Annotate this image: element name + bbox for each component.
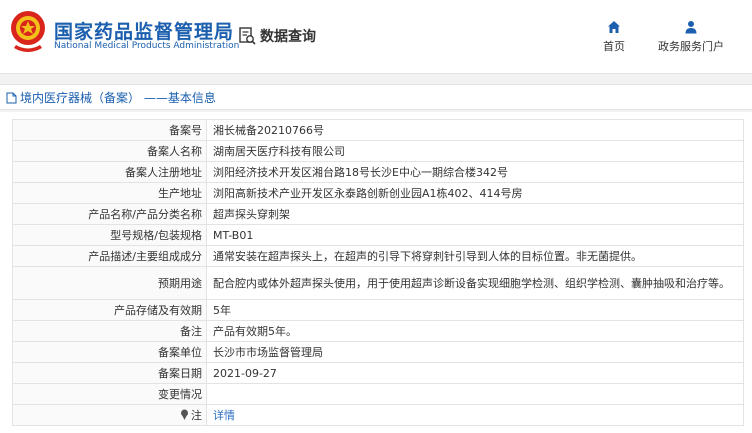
field-value: 产品有效期5年。 bbox=[206, 320, 744, 342]
nav-gov-portal[interactable]: 政务服务门户 bbox=[652, 20, 730, 54]
note-label-cell: 注 bbox=[12, 404, 207, 426]
field-label: 备案号 bbox=[12, 119, 207, 141]
field-label: 变更情况 bbox=[12, 383, 207, 405]
nav-home[interactable]: 首页 bbox=[599, 20, 629, 54]
field-value bbox=[206, 383, 744, 405]
field-value: 通常安装在超声探头上，在超声的引导下将穿刺针引导到人体的目标位置。非无菌提供。 bbox=[206, 245, 744, 267]
table-row: 备案单位 长沙市市场监督管理局 bbox=[12, 341, 744, 363]
breadcrumb: 境内医疗器械（备案） ——基本信息 bbox=[0, 84, 752, 110]
emblem-icon bbox=[11, 11, 45, 52]
table-row: 产品名称/产品分类名称 超声探头穿刺架 bbox=[12, 203, 744, 225]
table-row: 备注 产品有效期5年。 bbox=[12, 320, 744, 342]
table-row: 生产地址 浏阳高新技术产业开发区永泰路创新创业园A1栋402、414号房 bbox=[12, 182, 744, 204]
table-row: 产品存储及有效期 5年 bbox=[12, 299, 744, 321]
site-header: 国家药品监督管理局 National Medical Products Admi… bbox=[0, 0, 752, 74]
field-value: 超声探头穿刺架 bbox=[206, 203, 744, 225]
field-label: 产品描述/主要组成成分 bbox=[12, 245, 207, 267]
field-label: 备案人名称 bbox=[12, 140, 207, 162]
data-query-label: 数据查询 bbox=[260, 29, 316, 45]
search-document-icon bbox=[239, 27, 256, 45]
table-row: 备案日期 2021-09-27 bbox=[12, 362, 744, 384]
field-value: 2021-09-27 bbox=[206, 362, 744, 384]
field-value: MT-B01 bbox=[206, 224, 744, 246]
detail-table: 备案号 湘长械备20210766号 备案人名称 湖南居天医疗科技有限公司 备案人注册… bbox=[12, 119, 744, 426]
field-label: 生产地址 bbox=[12, 182, 207, 204]
field-label: 预期用途 bbox=[12, 266, 207, 300]
field-value: 浏阳经济技术开发区湘台路18号长沙E中心一期综合楼342号 bbox=[206, 161, 744, 183]
field-value: 浏阳高新技术产业开发区永泰路创新创业园A1栋402、414号房 bbox=[206, 182, 744, 204]
document-icon bbox=[6, 92, 17, 103]
field-value: 长沙市市场监督管理局 bbox=[206, 341, 744, 363]
table-row: 预期用途 配合腔内或体外超声探头使用，用于使用超声诊断设备实现细胞学检测、组织学检… bbox=[12, 266, 744, 300]
table-row: 产品描述/主要组成成分 通常安装在超声探头上，在超声的引导下将穿刺针引导到人体的目… bbox=[12, 245, 744, 267]
data-query-link[interactable]: 数据查询 bbox=[238, 26, 316, 46]
field-label: 备案人注册地址 bbox=[12, 161, 207, 183]
field-value: 配合腔内或体外超声探头使用，用于使用超声诊断设备实现细胞学检测、组织学检测、囊肿… bbox=[206, 266, 744, 300]
table-row: 注 详情 bbox=[12, 404, 744, 426]
detail-panel: 备案号 湘长械备20210766号 备案人名称 湖南居天医疗科技有限公司 备案人注册… bbox=[0, 112, 752, 433]
field-value: 5年 bbox=[206, 299, 744, 321]
field-label: 产品存储及有效期 bbox=[12, 299, 207, 321]
table-row: 变更情况 bbox=[12, 383, 744, 405]
field-label: 备案日期 bbox=[12, 362, 207, 384]
nav-home-label: 首页 bbox=[603, 40, 625, 53]
field-label: 备案单位 bbox=[12, 341, 207, 363]
brand-subtitle: National Medical Products Administration bbox=[54, 41, 240, 51]
home-icon bbox=[608, 21, 620, 33]
table-row: 型号规格/包装规格 MT-B01 bbox=[12, 224, 744, 246]
details-link[interactable]: 详情 bbox=[213, 409, 235, 422]
field-label: 产品名称/产品分类名称 bbox=[12, 203, 207, 225]
brand-title: 国家药品监督管理局 bbox=[54, 21, 235, 43]
table-row: 备案人注册地址 浏阳经济技术开发区湘台路18号长沙E中心一期综合楼342号 bbox=[12, 161, 744, 183]
field-value: 湘长械备20210766号 bbox=[206, 119, 744, 141]
field-label: 型号规格/包装规格 bbox=[12, 224, 207, 246]
field-label: 注 bbox=[191, 408, 202, 422]
table-row: 备案号 湘长械备20210766号 bbox=[12, 119, 744, 141]
user-icon bbox=[685, 21, 697, 34]
pin-icon bbox=[181, 409, 188, 420]
nav-gov-label: 政务服务门户 bbox=[658, 40, 724, 53]
breadcrumb-text: 境内医疗器械（备案） ——基本信息 bbox=[20, 91, 216, 105]
field-value: 湖南居天医疗科技有限公司 bbox=[206, 140, 744, 162]
table-row: 备案人名称 湖南居天医疗科技有限公司 bbox=[12, 140, 744, 162]
field-label: 备注 bbox=[12, 320, 207, 342]
